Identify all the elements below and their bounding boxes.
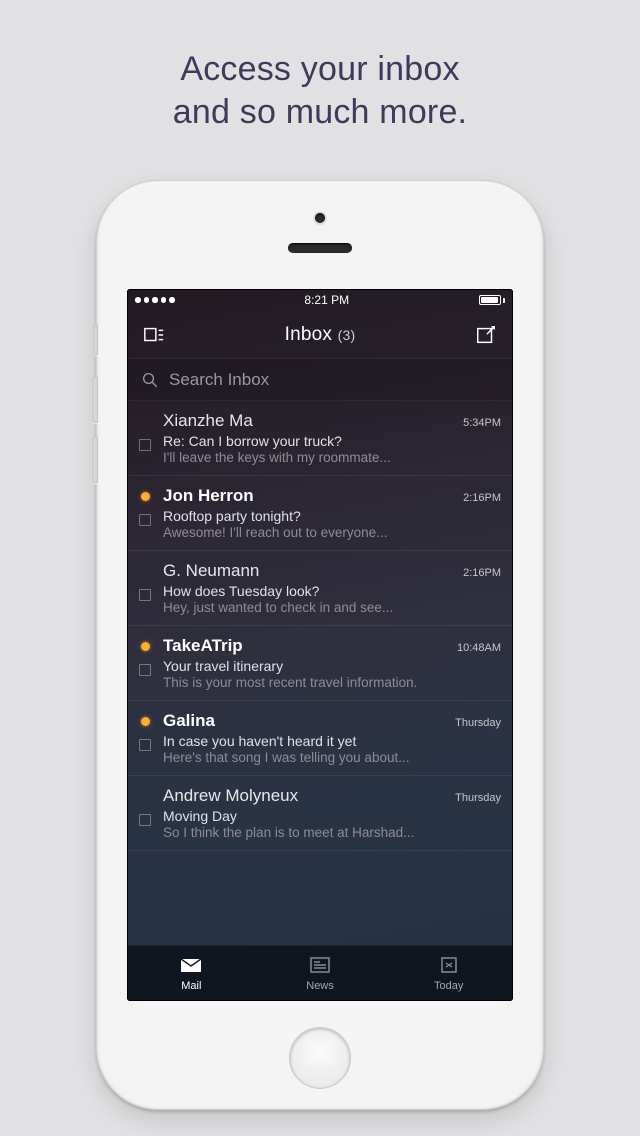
tab-news[interactable]: News xyxy=(256,946,385,1001)
email-time: 2:16PM xyxy=(463,567,501,579)
email-sender: Xianzhe Ma xyxy=(163,411,253,431)
email-subject: Re: Can I borrow your truck? xyxy=(163,433,501,449)
compose-button[interactable] xyxy=(473,322,499,348)
email-sender: Jon Herron xyxy=(163,486,254,506)
unread-dot-icon xyxy=(141,492,150,501)
unread-dot-icon xyxy=(141,717,150,726)
status-bar: 8:21 PM xyxy=(127,289,513,311)
search-bar[interactable]: Search Inbox xyxy=(127,359,513,401)
status-time: 8:21 PM xyxy=(304,293,349,307)
search-placeholder: Search Inbox xyxy=(169,370,269,390)
promo-headline: Access your inbox and so much more. xyxy=(0,0,640,133)
battery-icon xyxy=(479,295,505,305)
email-list[interactable]: Xianzhe Ma 5:34PM Re: Can I borrow your tr… xyxy=(127,401,513,945)
home-button[interactable] xyxy=(289,1027,351,1089)
select-checkbox[interactable] xyxy=(139,664,151,676)
email-subject: In case you haven't heard it yet xyxy=(163,733,501,749)
email-row[interactable]: Andrew Molyneux Thursday Moving DaySo I th… xyxy=(127,776,513,851)
email-row[interactable]: Jon Herron 2:16PM Rooftop party tonight?Aw… xyxy=(127,476,513,551)
email-time: 2:16PM xyxy=(463,492,501,504)
email-subject: Moving Day xyxy=(163,808,501,824)
folders-button[interactable] xyxy=(141,322,167,348)
select-checkbox[interactable] xyxy=(139,514,151,526)
email-preview: I'll leave the keys with my roommate... xyxy=(163,450,501,465)
select-checkbox[interactable] xyxy=(139,814,151,826)
email-time: 5:34PM xyxy=(463,417,501,429)
email-time: 10:48AM xyxy=(457,642,501,654)
volume-up-button xyxy=(92,377,98,423)
tab-bar: Mail News Today xyxy=(127,945,513,1001)
email-subject: Rooftop party tonight? xyxy=(163,508,501,524)
email-preview: So I think the plan is to meet at Harsha… xyxy=(163,825,501,840)
select-checkbox[interactable] xyxy=(139,739,151,751)
email-row[interactable]: Galina Thursday In case you haven't heard … xyxy=(127,701,513,776)
tab-today[interactable]: Today xyxy=(384,946,513,1001)
email-preview: Awesome! I'll reach out to everyone... xyxy=(163,525,501,540)
email-subject: Your travel itinerary xyxy=(163,658,501,674)
headline-line-2: and so much more. xyxy=(0,91,640,134)
mute-switch xyxy=(93,325,98,355)
today-icon xyxy=(437,955,461,978)
email-row[interactable]: TakeATrip 10:48AM Your travel itineraryThi… xyxy=(127,626,513,701)
email-subject: How does Tuesday look? xyxy=(163,583,501,599)
email-preview: Here's that song I was telling you about… xyxy=(163,750,501,765)
email-preview: Hey, just wanted to check in and see... xyxy=(163,600,501,615)
select-checkbox[interactable] xyxy=(139,589,151,601)
email-sender: TakeATrip xyxy=(163,636,243,656)
email-row[interactable]: Xianzhe Ma 5:34PM Re: Can I borrow your tr… xyxy=(127,401,513,476)
signal-dots-icon xyxy=(135,297,175,303)
news-icon xyxy=(308,955,332,978)
email-sender: Galina xyxy=(163,711,215,731)
nav-bar: Inbox (3) xyxy=(127,311,513,359)
headline-line-1: Access your inbox xyxy=(0,48,640,91)
phone-frame: 8:21 PM Inbox (3) xyxy=(96,180,544,1110)
nav-unread-count: (3) xyxy=(338,327,356,343)
tab-label: News xyxy=(306,980,334,992)
email-time: Thursday xyxy=(455,717,501,729)
select-checkbox[interactable] xyxy=(139,439,151,451)
email-sender: G. Neumann xyxy=(163,561,259,581)
search-icon xyxy=(141,371,159,389)
email-time: Thursday xyxy=(455,792,501,804)
unread-dot-icon xyxy=(141,642,150,651)
app-screen: 8:21 PM Inbox (3) xyxy=(127,289,513,1001)
folder-list-icon xyxy=(143,324,165,346)
mail-icon xyxy=(179,955,203,978)
email-sender: Andrew Molyneux xyxy=(163,786,298,806)
nav-title: Inbox (3) xyxy=(285,324,356,346)
email-preview: This is your most recent travel informat… xyxy=(163,675,501,690)
compose-icon xyxy=(475,324,497,346)
tab-mail[interactable]: Mail xyxy=(127,946,256,1001)
volume-down-button xyxy=(92,437,98,483)
email-row[interactable]: G. Neumann 2:16PM How does Tuesday look?He… xyxy=(127,551,513,626)
nav-title-text: Inbox xyxy=(285,324,332,345)
tab-label: Mail xyxy=(181,980,201,992)
tab-label: Today xyxy=(434,980,463,992)
